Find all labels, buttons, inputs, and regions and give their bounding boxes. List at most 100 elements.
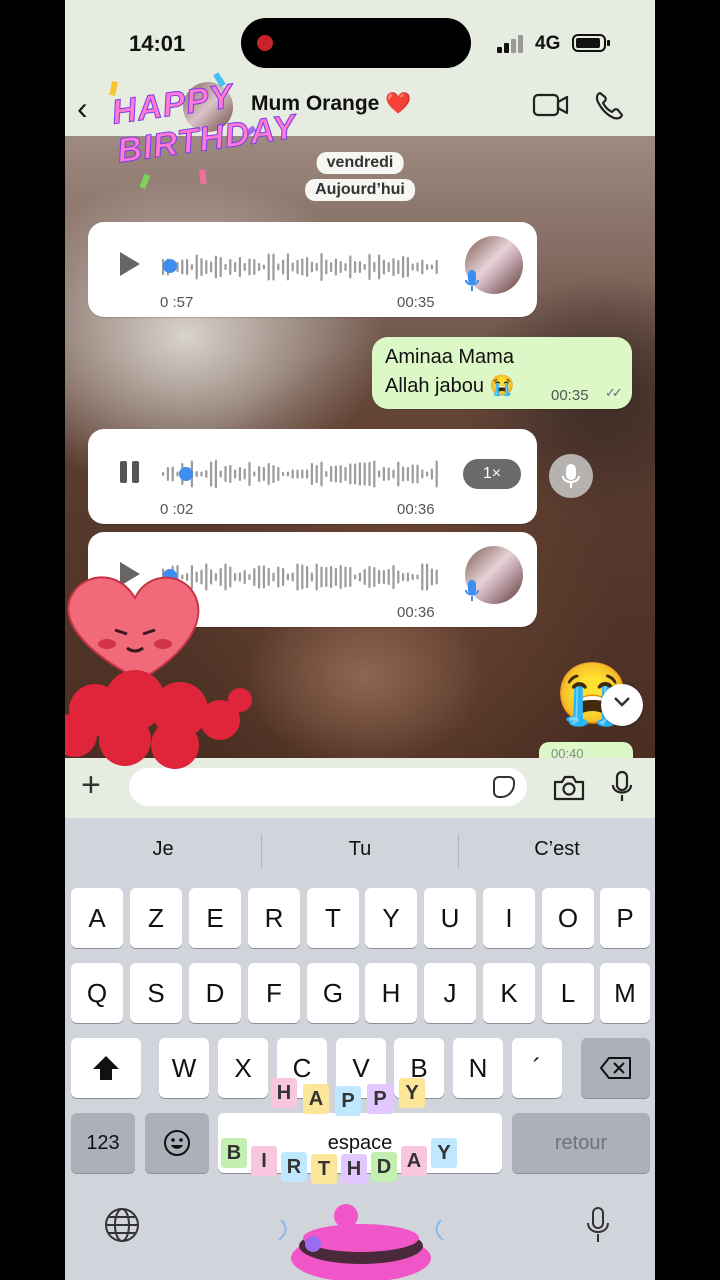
key-f[interactable]: F bbox=[248, 963, 300, 1023]
chat-area[interactable]: vendredi Aujourd’hui 0 :57 00:35 Aminaa … bbox=[65, 136, 655, 758]
voice-duration: 0 :57 bbox=[160, 294, 194, 311]
key-c[interactable]: C bbox=[277, 1038, 327, 1098]
waveform-bar bbox=[253, 471, 256, 477]
scroll-down-button[interactable] bbox=[601, 684, 643, 726]
play-icon[interactable] bbox=[120, 562, 140, 586]
waveform-bar bbox=[291, 262, 294, 272]
waveform-bar bbox=[262, 264, 265, 270]
key-g[interactable]: G bbox=[307, 963, 359, 1023]
contact-avatar[interactable] bbox=[183, 82, 233, 132]
key-q[interactable]: Q bbox=[71, 963, 123, 1023]
suggestion-2[interactable]: Tu bbox=[262, 838, 458, 861]
voice-duration: 0 :28 bbox=[160, 604, 194, 621]
outgoing-message-peek[interactable]: 00:40 bbox=[539, 742, 633, 758]
key-o[interactable]: O bbox=[542, 888, 594, 948]
emoji-key[interactable] bbox=[145, 1113, 209, 1173]
key-e[interactable]: E bbox=[189, 888, 241, 948]
waveform-bar bbox=[243, 468, 246, 480]
outgoing-text-message[interactable]: Aminaa Mama Allah jabou 😭 00:35 ✓✓ bbox=[372, 337, 632, 409]
playback-knob[interactable] bbox=[163, 259, 177, 273]
dictation-mic-icon[interactable] bbox=[585, 1206, 611, 1246]
pause-icon[interactable] bbox=[120, 461, 140, 483]
key-k[interactable]: K bbox=[483, 963, 535, 1023]
key-x[interactable]: X bbox=[218, 1038, 268, 1098]
plus-icon[interactable]: + bbox=[81, 768, 101, 802]
key-h[interactable]: H bbox=[365, 963, 417, 1023]
key-d[interactable]: D bbox=[189, 963, 241, 1023]
waveform-bar bbox=[387, 467, 390, 481]
voice-message-playing[interactable]: 0 :02 00:36 1× bbox=[88, 429, 537, 524]
key-m[interactable]: M bbox=[600, 963, 650, 1023]
key-v[interactable]: V bbox=[336, 1038, 386, 1098]
waveform-bar bbox=[421, 259, 424, 275]
play-icon[interactable] bbox=[120, 252, 140, 276]
waveform-bar bbox=[310, 463, 313, 485]
waveform-bar bbox=[378, 470, 381, 478]
waveform-bar bbox=[200, 258, 203, 276]
key-w[interactable]: W bbox=[159, 1038, 209, 1098]
playback-knob[interactable] bbox=[163, 569, 177, 583]
numbers-key[interactable]: 123 bbox=[71, 1113, 135, 1173]
key-s[interactable]: S bbox=[130, 963, 182, 1023]
waveform-bar bbox=[397, 570, 400, 584]
playback-knob[interactable] bbox=[179, 467, 193, 481]
microphone-icon[interactable] bbox=[610, 770, 634, 804]
waveform-bar bbox=[421, 563, 424, 591]
key-n[interactable]: N bbox=[453, 1038, 503, 1098]
key-p[interactable]: P bbox=[600, 888, 650, 948]
dynamic-island bbox=[241, 18, 471, 68]
waveform-bar bbox=[171, 466, 174, 482]
key-y[interactable]: Y bbox=[365, 888, 417, 948]
waveform-bar bbox=[186, 573, 189, 581]
waveform-bar bbox=[253, 259, 256, 275]
phone-icon[interactable] bbox=[593, 90, 625, 122]
waveform-bar bbox=[426, 563, 429, 591]
camera-icon[interactable] bbox=[552, 774, 586, 802]
space-key[interactable]: espace bbox=[218, 1113, 502, 1173]
waveform-bar bbox=[349, 463, 352, 485]
waveform-bar bbox=[210, 261, 213, 273]
waveform-bar bbox=[397, 260, 400, 274]
key-u[interactable]: U bbox=[424, 888, 476, 948]
key-b[interactable]: B bbox=[394, 1038, 444, 1098]
delete-key[interactable] bbox=[581, 1038, 650, 1098]
key-j[interactable]: J bbox=[424, 963, 476, 1023]
waveform-bar bbox=[291, 572, 294, 582]
chevron-down-icon bbox=[614, 697, 630, 707]
globe-icon[interactable] bbox=[103, 1206, 141, 1244]
status-bar: 14:01 4G bbox=[65, 0, 655, 78]
waveform[interactable] bbox=[162, 560, 440, 594]
chevron-left-icon[interactable]: ‹ bbox=[77, 90, 88, 127]
waveform-bar bbox=[282, 568, 285, 586]
contact-name[interactable]: Mum Orange ❤️ bbox=[251, 92, 411, 116]
key-accent[interactable]: ´ bbox=[512, 1038, 562, 1098]
waveform-bar bbox=[219, 257, 222, 277]
waveform-bar bbox=[267, 253, 270, 281]
video-camera-icon[interactable] bbox=[532, 90, 570, 120]
key-i[interactable]: I bbox=[483, 888, 535, 948]
waveform-bar bbox=[334, 258, 337, 276]
suggestion-3[interactable]: C’est bbox=[459, 838, 655, 861]
waveform-bar bbox=[330, 466, 333, 482]
voice-message[interactable]: 0 :28 00:36 bbox=[88, 532, 537, 627]
waveform-bar bbox=[267, 463, 270, 485]
return-key[interactable]: retour bbox=[512, 1113, 650, 1173]
key-r[interactable]: R bbox=[248, 888, 300, 948]
key-l[interactable]: L bbox=[542, 963, 594, 1023]
key-z[interactable]: Z bbox=[130, 888, 182, 948]
waveform[interactable] bbox=[162, 250, 440, 284]
shift-key[interactable] bbox=[71, 1038, 141, 1098]
waveform-bar bbox=[272, 572, 275, 582]
playback-speed-button[interactable]: 1× bbox=[463, 459, 521, 489]
key-t[interactable]: T bbox=[307, 888, 359, 948]
waveform-bar bbox=[243, 263, 246, 271]
key-a[interactable]: A bbox=[71, 888, 123, 948]
waveform-bar bbox=[277, 263, 280, 271]
message-input[interactable] bbox=[129, 768, 527, 806]
suggestion-1[interactable]: Je bbox=[65, 838, 261, 861]
waveform-bar bbox=[282, 472, 285, 476]
waveform[interactable] bbox=[162, 457, 440, 491]
voice-message[interactable]: 0 :57 00:35 bbox=[88, 222, 537, 317]
waveform-bar bbox=[344, 467, 347, 481]
sticker-icon[interactable] bbox=[493, 776, 515, 798]
